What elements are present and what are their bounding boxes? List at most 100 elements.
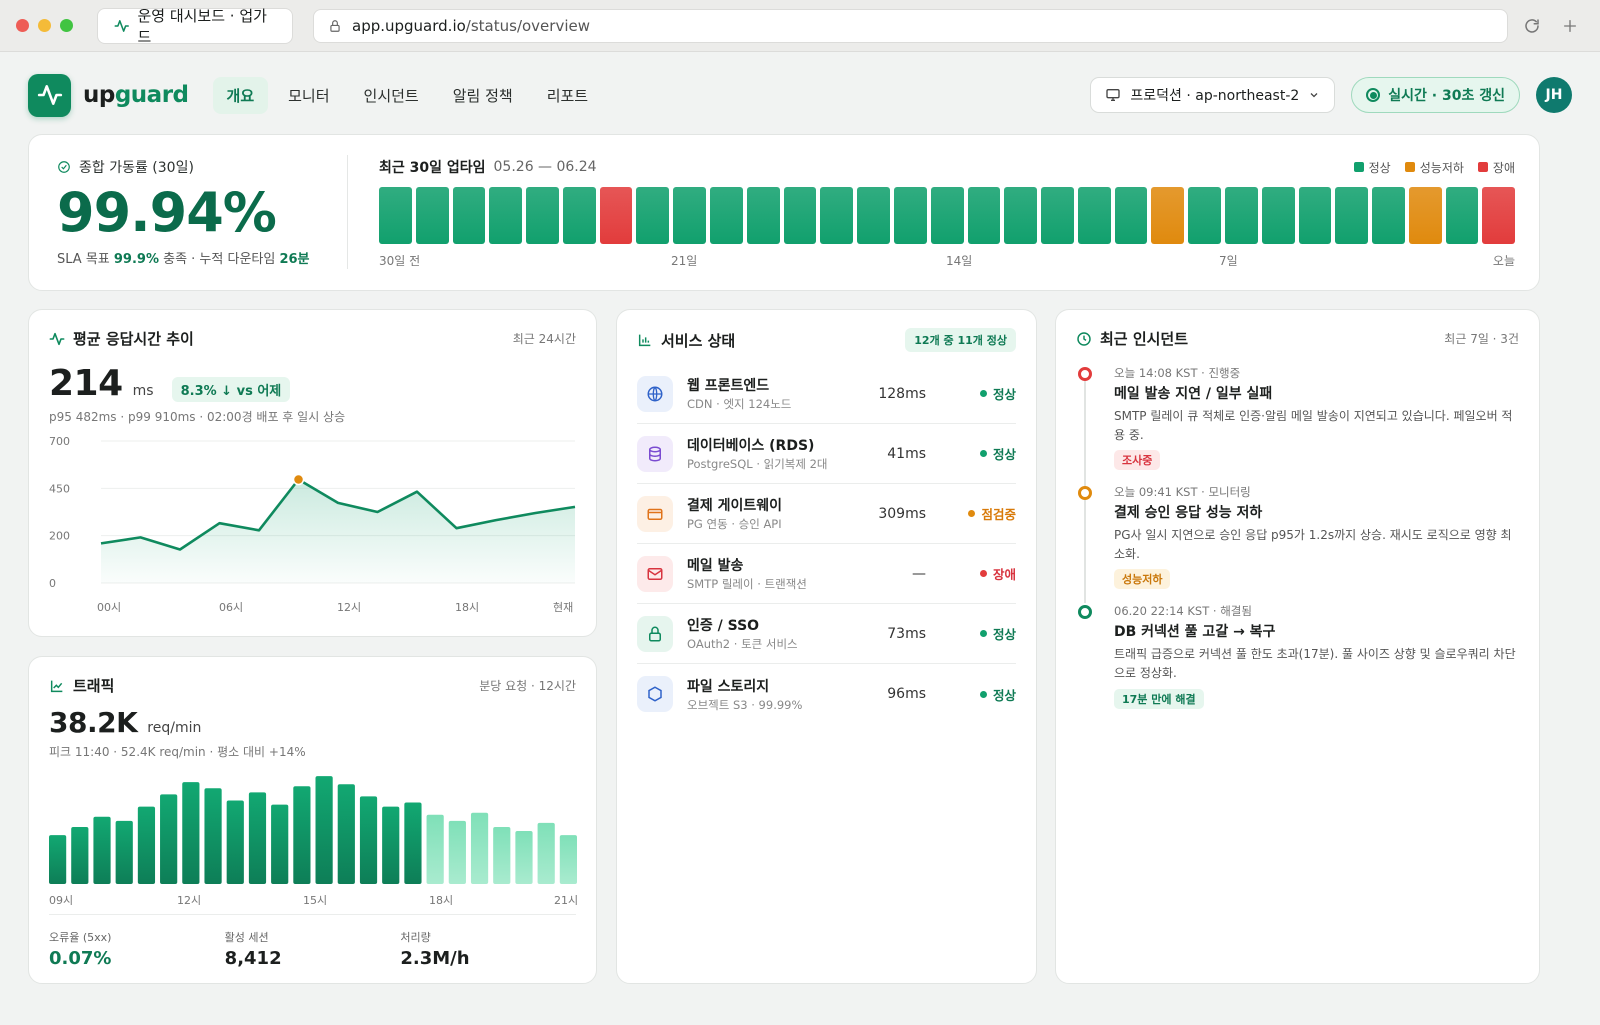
- close-window-button[interactable]: [16, 19, 29, 32]
- uptime-day-bar[interactable]: [1077, 187, 1111, 244]
- uptime-day-bar[interactable]: [1445, 187, 1479, 244]
- traffic-bar[interactable]: [293, 786, 311, 884]
- traffic-bar[interactable]: [71, 826, 89, 884]
- nav-reports[interactable]: 리포트: [533, 77, 602, 114]
- traffic-bar[interactable]: [537, 822, 555, 884]
- uptime-day-bar[interactable]: [673, 187, 707, 244]
- uptime-day-bar[interactable]: [930, 187, 964, 244]
- service-list: 웹 프론트엔드 CDN · 엣지 124노드 128ms 정상 데이터베이스 (RDS)…: [637, 364, 1016, 724]
- nav-overview[interactable]: 개요: [212, 76, 269, 114]
- uptime-day-bar[interactable]: [415, 187, 449, 244]
- avatar[interactable]: JH: [1536, 77, 1572, 113]
- traffic-bar[interactable]: [515, 831, 533, 884]
- uptime-day-bar[interactable]: [746, 187, 780, 244]
- uptime-day-bar[interactable]: [783, 187, 817, 244]
- incidents-card: 최근 인시던트 최근 7일 · 3건 오늘 14:08 KST · 진행중 메일 …: [1055, 309, 1540, 984]
- browser-tab[interactable]: 운영 대시보드 · 업가드: [97, 7, 293, 46]
- nav-monitors[interactable]: 모니터: [274, 77, 343, 114]
- uptime-day-bar[interactable]: [857, 187, 890, 244]
- service-row[interactable]: 웹 프론트엔드 CDN · 엣지 124노드 128ms 정상: [637, 364, 1016, 424]
- traffic-bar[interactable]: [93, 816, 111, 884]
- traffic-bar[interactable]: [359, 796, 378, 884]
- traffic-bar-chart: 09시 12시 15시 18시 21시: [49, 776, 577, 906]
- minimize-window-button[interactable]: [38, 19, 51, 32]
- maximize-window-button[interactable]: [60, 19, 73, 32]
- traffic-bar[interactable]: [559, 835, 577, 884]
- incident-item[interactable]: 06.20 22:14 KST · 해결됨 DB 커넥션 풀 고갈 → 복구 트래픽…: [1076, 603, 1519, 709]
- incident-item[interactable]: 오늘 09:41 KST · 모니터링 결제 승인 응답 성능 저하 PG사 일시 …: [1076, 484, 1519, 590]
- service-latency: 309ms: [878, 505, 926, 522]
- traffic-bar[interactable]: [404, 802, 422, 884]
- nav-incidents[interactable]: 인시던트: [350, 77, 433, 114]
- traffic-bar[interactable]: [49, 835, 67, 884]
- service-desc: PG 연동 · 승인 API: [687, 517, 782, 531]
- uptime-day-bar[interactable]: [1114, 187, 1148, 244]
- uptime-day-bar[interactable]: [1224, 187, 1258, 244]
- service-row[interactable]: 데이터베이스 (RDS) PostgreSQL · 읽기복제 2대 41ms 정상: [637, 424, 1016, 484]
- activity-icon: [49, 332, 65, 345]
- uptime-day-bar[interactable]: [1482, 187, 1516, 244]
- traffic-bar[interactable]: [182, 782, 200, 884]
- traffic-bar[interactable]: [248, 792, 267, 884]
- traffic-bar[interactable]: [137, 806, 156, 884]
- traffic-bar[interactable]: [271, 804, 289, 884]
- service-row[interactable]: 파일 스토리지 오브젝트 S3 · 99.99% 96ms 정상: [637, 664, 1016, 724]
- service-status: 정상: [938, 624, 1016, 643]
- traffic-bar[interactable]: [493, 826, 511, 884]
- traffic-bar[interactable]: [115, 820, 133, 884]
- uptime-day-bar[interactable]: [562, 187, 596, 244]
- uptime-day-bar[interactable]: [710, 187, 743, 244]
- uptime-day-bar[interactable]: [1335, 187, 1369, 244]
- traffic-bar[interactable]: [382, 806, 400, 884]
- address-bar[interactable]: app.upguard.io/status/overview: [313, 8, 1508, 43]
- uptime-day-bar[interactable]: [1372, 187, 1405, 244]
- x-tick-label: 21시: [554, 894, 577, 906]
- service-row[interactable]: 인증 / SSO OAuth2 · 토큰 서비스 73ms 정상: [637, 604, 1016, 664]
- traffic-bar[interactable]: [204, 788, 222, 884]
- environment-select[interactable]: 프로덕션 · ap-northeast-2: [1090, 77, 1336, 113]
- uptime-day-bar[interactable]: [599, 187, 633, 244]
- traffic-bar[interactable]: [226, 800, 244, 884]
- service-desc: SMTP 릴레이 · 트랜잭션: [687, 577, 807, 591]
- new-tab-icon[interactable]: [1556, 18, 1584, 34]
- uptime-day-bar[interactable]: [1261, 187, 1295, 244]
- incident-item[interactable]: 오늘 14:08 KST · 진행중 메일 발송 지연 / 일부 실패 SMTP 릴…: [1076, 365, 1519, 471]
- uptime-day-bar[interactable]: [452, 187, 486, 244]
- services-count-badge: 12개 중 11개 정상: [905, 328, 1016, 352]
- service-desc: OAuth2 · 토큰 서비스: [687, 637, 798, 651]
- service-name: 결제 게이트웨이: [687, 498, 783, 514]
- brand-name: upguard: [83, 82, 189, 108]
- traffic-bar[interactable]: [315, 776, 333, 884]
- traffic-bar[interactable]: [337, 784, 355, 884]
- uptime-day-bar[interactable]: [1041, 187, 1074, 244]
- traffic-bar[interactable]: [426, 814, 444, 884]
- uptime-day-bar[interactable]: [1408, 187, 1442, 244]
- live-refresh-toggle[interactable]: 실시간 · 30초 갱신: [1351, 77, 1520, 113]
- service-status-card: 서비스 상태 12개 중 11개 정상 웹 프론트엔드 CDN · 엣지 124노…: [616, 309, 1037, 984]
- uptime-day-bar[interactable]: [526, 187, 559, 244]
- uptime-day-bar[interactable]: [1188, 187, 1221, 244]
- incidents-subtitle: 최근 7일 · 3건: [1444, 332, 1519, 346]
- app-logo[interactable]: [28, 73, 71, 117]
- uptime-day-bar[interactable]: [636, 187, 670, 244]
- uptime-day-bar[interactable]: [967, 187, 1001, 244]
- incident-title: 메일 발송 지연 / 일부 실패: [1114, 386, 1273, 402]
- traffic-bar[interactable]: [448, 820, 466, 884]
- x-tick-label: 09시: [49, 894, 73, 906]
- reload-icon[interactable]: [1518, 17, 1546, 35]
- traffic-bar[interactable]: [160, 794, 178, 884]
- nav-alert-policies[interactable]: 알림 정책: [439, 77, 527, 114]
- incident-desc: PG사 일시 지연으로 승인 응답 p95가 1.2s까지 상승. 재시도 로직…: [1114, 528, 1512, 561]
- traffic-bar[interactable]: [470, 812, 489, 884]
- service-row[interactable]: 결제 게이트웨이 PG 연동 · 승인 API 309ms 점검중: [637, 484, 1016, 544]
- uptime-day-bar[interactable]: [1004, 187, 1038, 244]
- uptime-day-bar[interactable]: [379, 187, 412, 244]
- uptime-day-bar[interactable]: [489, 187, 523, 244]
- peak-point[interactable]: [292, 473, 305, 486]
- uptime-day-bar[interactable]: [893, 187, 927, 244]
- uptime-day-bar[interactable]: [1151, 187, 1185, 244]
- uptime-day-bar[interactable]: [820, 187, 854, 244]
- service-latency: 128ms: [878, 385, 926, 402]
- service-row[interactable]: 메일 발송 SMTP 릴레이 · 트랜잭션 — 장애: [637, 544, 1016, 604]
- uptime-day-bar[interactable]: [1298, 187, 1332, 244]
